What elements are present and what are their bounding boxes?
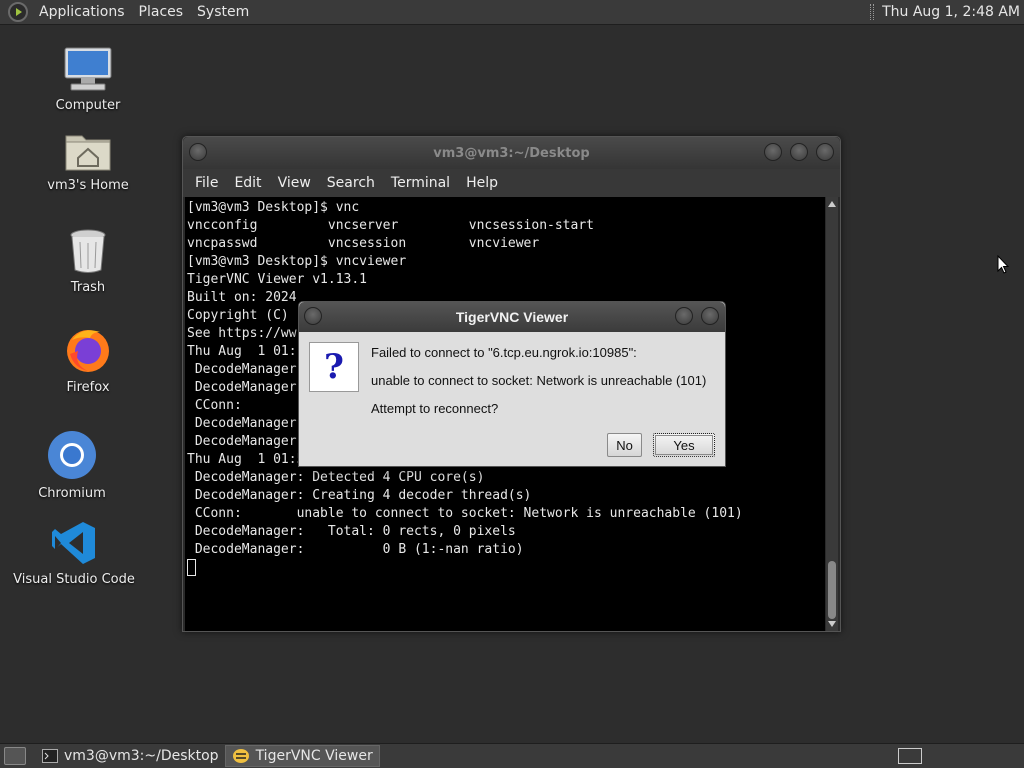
- close-button[interactable]: [816, 143, 834, 161]
- menu-help[interactable]: Help: [458, 175, 506, 191]
- trash-icon: [70, 229, 106, 273]
- terminal-line: DecodeManager: Total: 0 rects, 0 pixels: [187, 524, 516, 539]
- dialog-message-line2: unable to connect to socket: Network is …: [371, 373, 707, 388]
- maximize-button[interactable]: [790, 143, 808, 161]
- scroll-down-arrow-icon[interactable]: [828, 621, 836, 627]
- terminal-cursor: [187, 559, 196, 576]
- menu-file[interactable]: File: [187, 175, 226, 191]
- terminal-title: vm3@vm3:~/Desktop: [433, 145, 590, 161]
- menu-view[interactable]: View: [270, 175, 319, 191]
- show-desktop-icon[interactable]: [4, 747, 26, 765]
- question-icon: ?: [309, 342, 359, 392]
- terminal-scrollbar[interactable]: [826, 197, 838, 631]
- terminal-line: DecodeManager: Detected 4 CPU core(s): [187, 470, 485, 485]
- yes-button[interactable]: Yes: [653, 433, 715, 457]
- desktop-icon-label: Chromium: [38, 486, 106, 501]
- no-button[interactable]: No: [607, 433, 642, 457]
- terminal-line: [vm3@vm3 Desktop]$ vncviewer: [187, 254, 407, 269]
- terminal-menubar: File Edit View Search Terminal Help: [183, 169, 840, 197]
- desktop-icon-label: Computer: [55, 98, 121, 113]
- desktop-icon-chromium[interactable]: Chromium: [36, 430, 108, 501]
- menu-edit[interactable]: Edit: [226, 175, 269, 191]
- desktop-icon-label: Trash: [70, 280, 106, 295]
- desktop-icon-trash[interactable]: Trash: [52, 228, 124, 295]
- menu-search[interactable]: Search: [319, 175, 383, 191]
- terminal-line: vncconfig vncserver vncsession-start: [187, 218, 594, 233]
- tigervnc-dialog: TigerVNC Viewer ? Failed to connect to "…: [298, 301, 726, 467]
- home-folder-icon: [65, 135, 111, 171]
- mouse-pointer-icon: [997, 255, 1009, 274]
- terminal-line: vncpasswd vncsession vncviewer: [187, 236, 540, 251]
- desktop-icon-label: Firefox: [66, 380, 110, 395]
- close-button[interactable]: [701, 307, 719, 325]
- maximize-button[interactable]: [675, 307, 693, 325]
- menu-places[interactable]: Places: [132, 0, 191, 25]
- computer-icon: [64, 47, 112, 91]
- scroll-up-arrow-icon[interactable]: [828, 201, 836, 207]
- clock[interactable]: Thu Aug 1, 2:48 AM: [882, 4, 1020, 20]
- terminal-titlebar[interactable]: vm3@vm3:~/Desktop: [183, 137, 840, 169]
- terminal-line: CConn: unable to connect to socket: Netw…: [187, 506, 743, 521]
- vscode-icon: [52, 522, 95, 564]
- dialog-message-line3: Attempt to reconnect?: [371, 401, 499, 416]
- taskbar-item-terminal[interactable]: vm3@vm3:~/Desktop: [36, 745, 225, 767]
- terminal-line: DecodeManager: Creating 4 decoder thread…: [187, 488, 532, 503]
- minimize-button[interactable]: [764, 143, 782, 161]
- terminal-line: TigerVNC Viewer v1.13.1: [187, 272, 368, 287]
- terminal-line: [vm3@vm3 Desktop]$ vnc: [187, 200, 360, 215]
- firefox-icon: [67, 330, 109, 372]
- desktop-icon-label: Visual Studio Code: [13, 572, 135, 587]
- desktop-icon-firefox[interactable]: Firefox: [52, 326, 124, 395]
- terminal-line: DecodeManager: 0 B (1:-nan ratio): [187, 542, 524, 557]
- menu-system[interactable]: System: [190, 0, 256, 25]
- bottom-panel: vm3@vm3:~/Desktop TigerVNC Viewer: [0, 743, 1024, 768]
- taskbar-item-label: vm3@vm3:~/Desktop: [64, 748, 219, 764]
- dialog-titlebar[interactable]: TigerVNC Viewer: [299, 302, 725, 332]
- top-panel: Applications Places System Thu Aug 1, 2:…: [0, 0, 1024, 25]
- dialog-message-line1: Failed to connect to "6.tcp.eu.ngrok.io:…: [371, 345, 637, 360]
- taskbar-item-label: TigerVNC Viewer: [255, 748, 373, 764]
- desktop-icon-vscode[interactable]: Visual Studio Code: [13, 520, 135, 587]
- desktop-icon-label: vm3's Home: [47, 178, 129, 193]
- chromium-icon: [48, 431, 96, 479]
- dialog-title: TigerVNC Viewer: [455, 309, 569, 325]
- window-menu-button[interactable]: [189, 143, 207, 161]
- workspace-switcher-icon[interactable]: [898, 748, 922, 764]
- menu-terminal[interactable]: Terminal: [383, 175, 458, 191]
- taskbar-item-tigervnc[interactable]: TigerVNC Viewer: [224, 745, 380, 767]
- window-menu-button[interactable]: [304, 307, 322, 325]
- tigervnc-icon: [232, 749, 249, 763]
- menu-applications[interactable]: Applications: [32, 0, 132, 25]
- scrollbar-thumb[interactable]: [828, 561, 836, 619]
- desktop-icon-home[interactable]: vm3's Home: [38, 128, 138, 193]
- terminal-icon: [42, 749, 58, 763]
- distro-logo-icon[interactable]: [8, 2, 28, 22]
- panel-separator: [870, 4, 875, 20]
- desktop-icon-computer[interactable]: Computer: [52, 46, 124, 113]
